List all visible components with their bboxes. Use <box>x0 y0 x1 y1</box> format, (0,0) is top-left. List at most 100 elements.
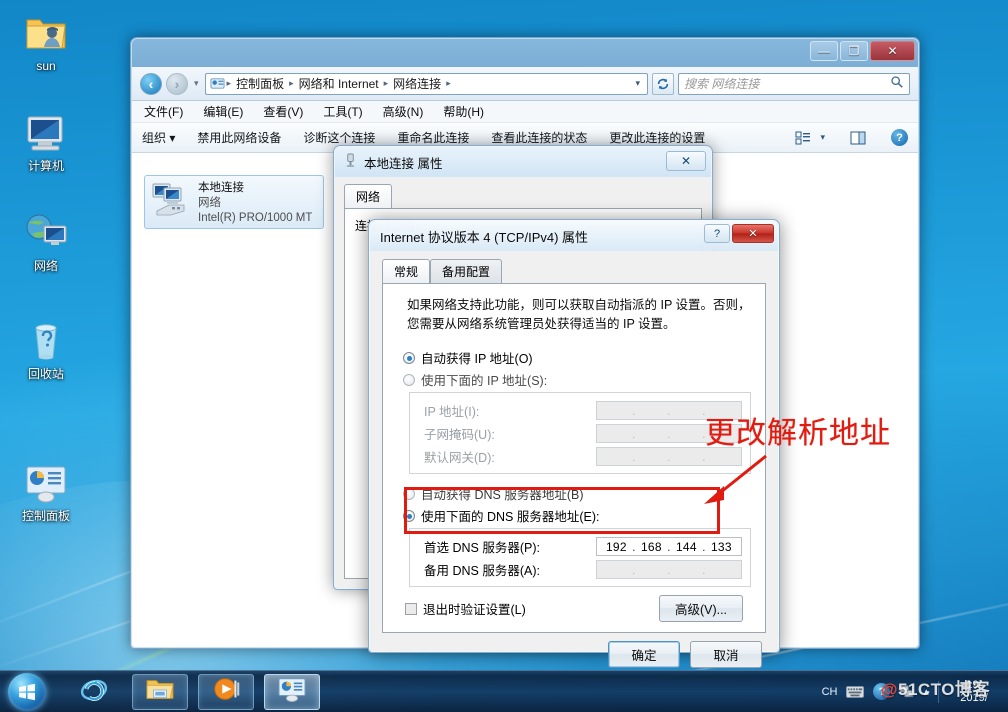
advanced-button[interactable]: 高级(V)... <box>659 595 743 622</box>
desktop-icon-label: sun <box>36 59 56 73</box>
checkbox-validate-on-exit[interactable]: 退出时验证设置(L) <box>405 599 526 618</box>
menu-advanced[interactable]: 高级(N) <box>383 103 424 120</box>
desktop-icon-label: 计算机 <box>27 159 64 173</box>
menu-bar: 文件(F) 编辑(E) 查看(V) 工具(T) 高级(N) 帮助(H) <box>132 101 918 123</box>
alternate-dns-input[interactable]: . . . <box>596 560 742 579</box>
rename-connection-button[interactable]: 重命名此连接 <box>397 129 469 146</box>
menu-edit[interactable]: 编辑(E) <box>203 103 243 120</box>
octet-4: 133 <box>710 539 732 554</box>
breadcrumb-item-control-panel[interactable]: 控制面板 <box>233 74 287 93</box>
desktop-icon-computer[interactable]: 计算机 <box>8 108 84 173</box>
clock-date: 2019/ <box>960 691 988 704</box>
ipv4-close-button[interactable]: ✕ <box>732 224 774 243</box>
tab-alternate-config[interactable]: 备用配置 <box>430 259 503 283</box>
menu-view[interactable]: 查看(V) <box>263 103 303 120</box>
desktop-icon-label: 网络 <box>33 259 58 273</box>
start-button[interactable] <box>2 672 52 712</box>
radio-obtain-ip-auto[interactable]: 自动获得 IP 地址(O) <box>403 348 753 367</box>
ok-button[interactable]: 确定 <box>608 641 680 668</box>
lan-dialog-title: 本地连接 属性 <box>364 156 443 171</box>
taskbar-media-player[interactable] <box>198 673 254 710</box>
breadcrumb-item-network-connections[interactable]: 网络连接 <box>390 74 444 93</box>
recent-pages-dropdown[interactable]: ▾ <box>192 78 201 89</box>
ipv4-dialog-titlebar[interactable]: Internet 协议版本 4 (TCP/IPv4) 属性 ? ✕ <box>370 221 778 251</box>
field-label: 默认网关(D): <box>424 451 495 465</box>
field-label: 备用 DNS 服务器(A): <box>424 564 540 578</box>
help-button[interactable]: ? <box>704 224 730 243</box>
preview-pane-icon[interactable] <box>847 129 869 147</box>
help-blue-icon[interactable]: ? <box>873 683 891 700</box>
ipv4-footer-row: 退出时验证设置(L) 高级(V)... <box>405 595 743 622</box>
arrow-pointer-icon <box>704 454 767 504</box>
radio-indicator <box>403 351 415 364</box>
taskbar-internet-explorer[interactable] <box>66 674 122 710</box>
desktop-icon-control-panel[interactable]: 控制面板 <box>8 458 84 523</box>
control-panel-icon <box>22 458 70 506</box>
ipv4-dialog-buttons: 确定 取消 <box>382 633 766 668</box>
minimize-button[interactable]: — <box>810 41 838 61</box>
annotation-highlight-box <box>404 487 720 534</box>
search-icon <box>890 75 904 92</box>
ipv4-dialog-title: Internet 协议版本 4 (TCP/IPv4) 属性 <box>380 229 589 245</box>
breadcrumb-separator[interactable]: ▸ <box>446 78 451 89</box>
network-tray-icon[interactable] <box>899 684 914 699</box>
refresh-button[interactable] <box>652 72 674 95</box>
radio-label: 自动获得 IP 地址(O) <box>421 352 533 366</box>
menu-help[interactable]: 帮助(H) <box>443 103 484 120</box>
maximize-button[interactable]: ❐ <box>840 41 868 61</box>
address-bar[interactable]: ▸ 控制面板 ▸ 网络和 Internet ▸ 网络连接 ▸ ▾ <box>204 72 648 95</box>
tab-general[interactable]: 常规 <box>382 259 431 283</box>
back-button[interactable]: ‹ <box>140 72 162 95</box>
desktop-icon-recycle-bin[interactable]: 回收站 <box>8 316 84 381</box>
radio-use-manual-ip[interactable]: 使用下面的 IP 地址(S): <box>403 370 753 389</box>
search-input[interactable]: 搜索 网络连接 <box>678 72 910 95</box>
octet-3: 144 <box>675 539 697 554</box>
menu-file[interactable]: 文件(F) <box>144 103 183 120</box>
explorer-titlebar[interactable]: — ❐ ✕ <box>132 39 918 67</box>
change-settings-button[interactable]: 更改此连接的设置 <box>609 129 705 146</box>
lan-dialog-titlebar[interactable]: 本地连接 属性 ✕ <box>335 147 711 177</box>
preferred-dns-input[interactable]: 192. 168. 144. 133 <box>596 537 742 556</box>
connection-item-local[interactable]: 本地连接 网络 Intel(R) PRO/1000 MT <box>144 175 324 229</box>
recycle-bin-icon <box>22 316 70 364</box>
menu-tools[interactable]: 工具(T) <box>323 103 362 120</box>
radio-indicator <box>403 373 415 386</box>
control-panel-icon <box>277 676 307 707</box>
cancel-button[interactable]: 取消 <box>690 641 762 668</box>
desktop-icon-sun[interactable]: sun <box>8 8 84 73</box>
close-button[interactable]: ✕ <box>870 41 915 61</box>
view-status-button[interactable]: 查看此连接的状态 <box>491 129 587 146</box>
field-subnet-mask: 子网掩码(U): . . . <box>424 424 742 443</box>
connection-name: 本地连接 <box>198 182 244 194</box>
connection-text: 本地连接 网络 Intel(R) PRO/1000 MT <box>198 181 312 226</box>
desktop-icon-label: 回收站 <box>27 367 64 381</box>
field-label: 首选 DNS 服务器(P): <box>424 541 540 555</box>
desktop-icon-network[interactable]: 网络 <box>8 208 84 273</box>
breadcrumb-item-network-internet[interactable]: 网络和 Internet <box>296 74 382 93</box>
clock[interactable]: 19: 2019/ <box>948 679 1000 705</box>
radio-label: 使用下面的 IP 地址(S): <box>421 374 548 388</box>
breadcrumb-separator[interactable]: ▸ <box>384 78 389 89</box>
ipv4-tabstrip: 常规 备用配置 <box>382 259 766 283</box>
taskbar-windows-explorer[interactable] <box>132 673 188 710</box>
folder-icon <box>145 676 175 707</box>
breadcrumb-separator[interactable]: ▸ <box>289 78 294 89</box>
disable-device-button[interactable]: 禁用此网络设备 <box>197 129 281 146</box>
view-layout-icon[interactable] <box>792 129 814 147</box>
chevron-up-icon[interactable]: ▴ <box>923 685 929 698</box>
ie-icon <box>79 674 109 709</box>
forward-button[interactable]: › <box>166 72 188 95</box>
lan-dialog-controls: ✕ <box>666 151 706 171</box>
organize-button[interactable]: 组织 ▾ <box>142 129 175 146</box>
diagnose-connection-button[interactable]: 诊断这个连接 <box>303 129 375 146</box>
address-dropdown-icon[interactable]: ▾ <box>635 78 643 89</box>
taskbar-network-connections[interactable] <box>264 673 320 710</box>
system-tray: CH ? ▴ 19: 2019/ <box>822 679 1008 705</box>
keyboard-icon[interactable] <box>846 685 865 698</box>
lan-close-button[interactable]: ✕ <box>666 151 706 171</box>
octet-2: 168 <box>640 539 662 554</box>
help-icon[interactable]: ? <box>891 129 908 146</box>
tab-network[interactable]: 网络 <box>344 184 393 208</box>
view-dropdown-icon[interactable]: ▾ <box>820 132 825 143</box>
input-method-indicator[interactable]: CH <box>822 686 838 698</box>
